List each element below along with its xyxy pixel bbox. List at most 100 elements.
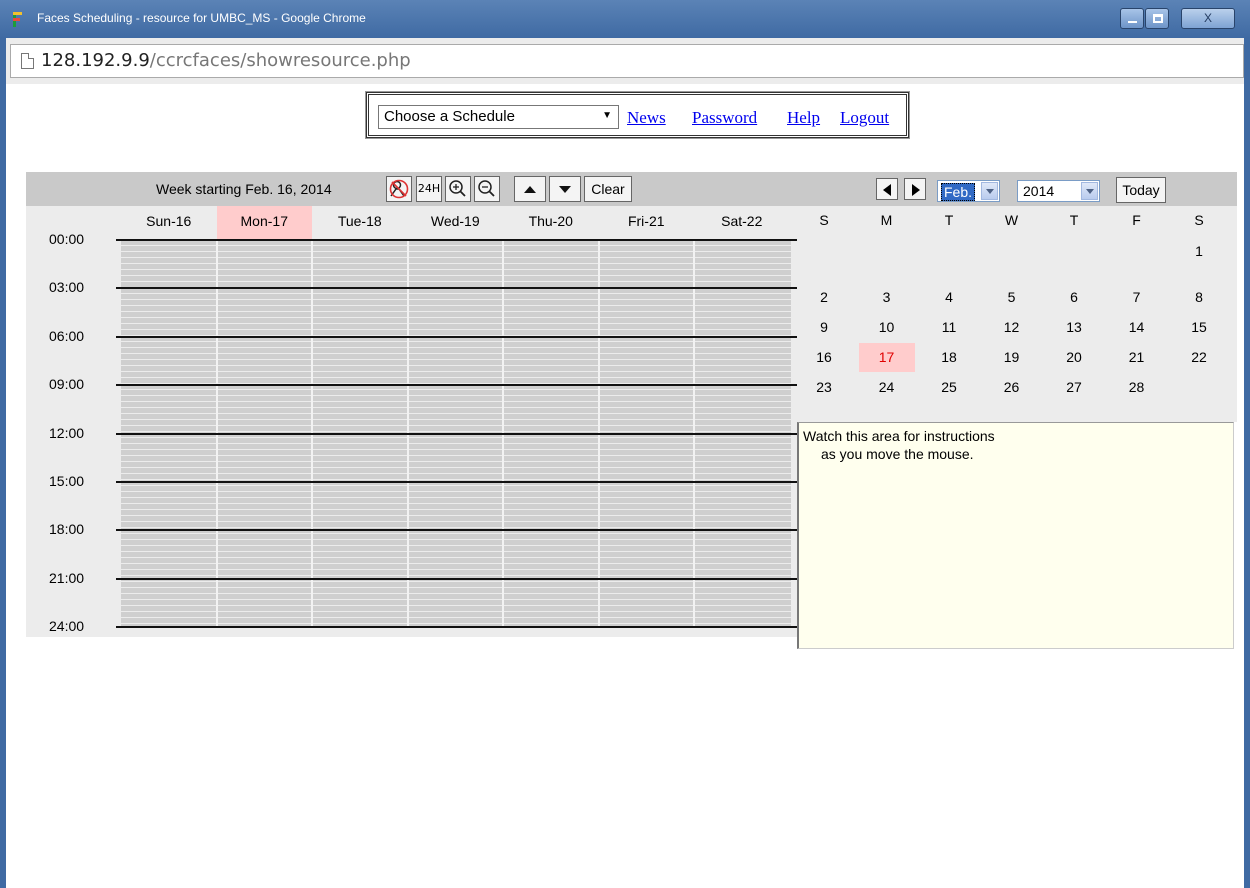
hour-label: 09:00 bbox=[49, 376, 85, 393]
window-title: Faces Scheduling - resource for UMBC_MS … bbox=[37, 11, 366, 25]
hour-label: 18:00 bbox=[49, 521, 85, 538]
calendar-day[interactable]: 23 bbox=[796, 373, 852, 402]
hour-line bbox=[116, 239, 799, 241]
day-header: Sat-22 bbox=[721, 213, 763, 229]
day-header: Mon-17 bbox=[216, 206, 312, 239]
calendar-day[interactable]: 13 bbox=[1046, 313, 1102, 342]
month-select[interactable]: Feb. bbox=[937, 180, 1000, 202]
calendar-day[interactable]: 9 bbox=[796, 313, 852, 342]
calendar-day[interactable]: 11 bbox=[921, 313, 977, 342]
zoom-in-button[interactable] bbox=[445, 176, 471, 202]
weekday-header: F bbox=[1132, 212, 1141, 228]
calendar-day[interactable]: 17 bbox=[858, 343, 915, 372]
zoom-out-button[interactable] bbox=[474, 176, 500, 202]
calendar-day[interactable]: 28 bbox=[1109, 373, 1165, 402]
app-logo-icon bbox=[13, 12, 23, 27]
calendar-day[interactable]: 3 bbox=[859, 283, 915, 312]
logout-link[interactable]: Logout bbox=[840, 108, 889, 128]
maximize-button[interactable] bbox=[1145, 8, 1169, 29]
calendar-day[interactable]: 5 bbox=[984, 283, 1040, 312]
day-header: Sun-16 bbox=[146, 213, 192, 229]
calendar-day[interactable]: 4 bbox=[921, 283, 977, 312]
chevron-down-icon bbox=[1081, 182, 1098, 200]
next-month-button[interactable] bbox=[904, 178, 926, 200]
hour-label: 03:00 bbox=[49, 279, 85, 296]
password-link[interactable]: Password bbox=[692, 108, 757, 128]
schedule-select-value: Choose a Schedule bbox=[384, 108, 515, 125]
year-select-value: 2014 bbox=[1023, 183, 1055, 199]
up-arrow-icon bbox=[524, 186, 536, 193]
day-header: Fri-21 bbox=[627, 213, 665, 229]
calendar-day[interactable]: 27 bbox=[1046, 373, 1102, 402]
calendar-day[interactable]: 26 bbox=[984, 373, 1040, 402]
url-text: 128.192.9.9/ccrcfaces/showresource.php bbox=[41, 50, 411, 71]
minimize-icon bbox=[1128, 21, 1137, 23]
weekday-header: T bbox=[944, 212, 954, 228]
url-path: /ccrcfaces/showresource.php bbox=[149, 50, 411, 71]
hour-label: 24:00 bbox=[49, 618, 85, 635]
prev-month-button[interactable] bbox=[876, 178, 898, 200]
calendar-day[interactable]: 21 bbox=[1109, 343, 1165, 372]
top-menu: Choose a Schedule ▼ News Password Help L… bbox=[365, 91, 910, 139]
hour-line bbox=[116, 481, 799, 483]
calendar-day[interactable]: 1 bbox=[1171, 237, 1227, 266]
close-button[interactable]: X bbox=[1181, 8, 1235, 29]
minimize-button[interactable] bbox=[1120, 8, 1144, 29]
day-header: Wed-19 bbox=[430, 213, 480, 229]
calendar-day[interactable]: 8 bbox=[1171, 283, 1227, 312]
zoom-out-icon bbox=[478, 180, 495, 197]
hour-label: 06:00 bbox=[49, 327, 85, 344]
calendar-toolbar: Feb. 2014 Today bbox=[797, 172, 1237, 206]
hour-line bbox=[116, 432, 799, 435]
calendar-day[interactable]: 16 bbox=[796, 343, 852, 372]
calendar-day[interactable]: 15 bbox=[1171, 313, 1227, 342]
month-calendar: S M T W T F S 1 2 3 4 5 6 7 8 9 10 11 12 13 14 15 16 17 18 19 20 21… bbox=[797, 206, 1237, 422]
help-link[interactable]: Help bbox=[787, 108, 820, 128]
scroll-up-button[interactable] bbox=[514, 176, 546, 202]
calendar-day[interactable]: 19 bbox=[984, 343, 1040, 372]
weekday-header: S bbox=[1194, 212, 1204, 228]
calendar-day[interactable]: 2 bbox=[796, 283, 852, 312]
24h-button[interactable]: 24H bbox=[416, 176, 442, 202]
page-icon bbox=[21, 53, 34, 69]
calendar-day[interactable]: 22 bbox=[1171, 343, 1227, 372]
calendar-day[interactable]: 24 bbox=[859, 373, 915, 402]
calendar-day[interactable]: 10 bbox=[859, 313, 915, 342]
maximize-icon bbox=[1153, 14, 1163, 23]
today-button[interactable]: Today bbox=[1116, 177, 1166, 203]
chevron-down-icon bbox=[981, 182, 998, 200]
calendar-day[interactable]: 7 bbox=[1109, 283, 1165, 312]
hour-label: 00:00 bbox=[49, 231, 85, 247]
hour-label: 12:00 bbox=[49, 424, 85, 441]
weekday-header: W bbox=[1004, 212, 1019, 228]
url-field[interactable]: 128.192.9.9/ccrcfaces/showresource.php bbox=[10, 44, 1244, 78]
instructions-line-1: Watch this area for instructions bbox=[803, 428, 995, 444]
hour-line bbox=[116, 626, 799, 629]
hour-line bbox=[116, 529, 799, 532]
clear-button[interactable]: Clear bbox=[584, 176, 632, 202]
month-select-value: Feb. bbox=[941, 183, 976, 201]
year-select[interactable]: 2014 bbox=[1017, 180, 1100, 202]
schedule-select[interactable]: Choose a Schedule ▼ bbox=[378, 105, 619, 129]
hour-label: 21:00 bbox=[49, 569, 85, 586]
calendar-day[interactable]: 18 bbox=[921, 343, 977, 372]
hour-line bbox=[116, 335, 799, 338]
hour-line bbox=[116, 577, 799, 580]
window-titlebar: Faces Scheduling - resource for UMBC_MS … bbox=[0, 0, 1250, 38]
calendar-day[interactable]: 20 bbox=[1046, 343, 1102, 372]
calendar-day[interactable]: 12 bbox=[984, 313, 1040, 342]
instructions-panel: Watch this area for instructions as you … bbox=[797, 422, 1234, 649]
scroll-down-button[interactable] bbox=[549, 176, 581, 202]
no-person-icon bbox=[389, 179, 409, 199]
calendar-day[interactable]: 14 bbox=[1109, 313, 1165, 342]
address-bar: 128.192.9.9/ccrcfaces/showresource.php bbox=[0, 38, 1250, 84]
calendar-day[interactable]: 6 bbox=[1046, 283, 1102, 312]
calendar-day[interactable]: 25 bbox=[921, 373, 977, 402]
zoom-in-icon bbox=[449, 180, 466, 197]
toggle-people-button[interactable] bbox=[386, 176, 412, 202]
week-label: Week starting Feb. 16, 2014 bbox=[156, 181, 332, 197]
hour-label: 15:00 bbox=[49, 473, 85, 489]
left-arrow-icon bbox=[883, 184, 891, 196]
hour-line bbox=[116, 384, 799, 387]
news-link[interactable]: News bbox=[627, 108, 666, 128]
